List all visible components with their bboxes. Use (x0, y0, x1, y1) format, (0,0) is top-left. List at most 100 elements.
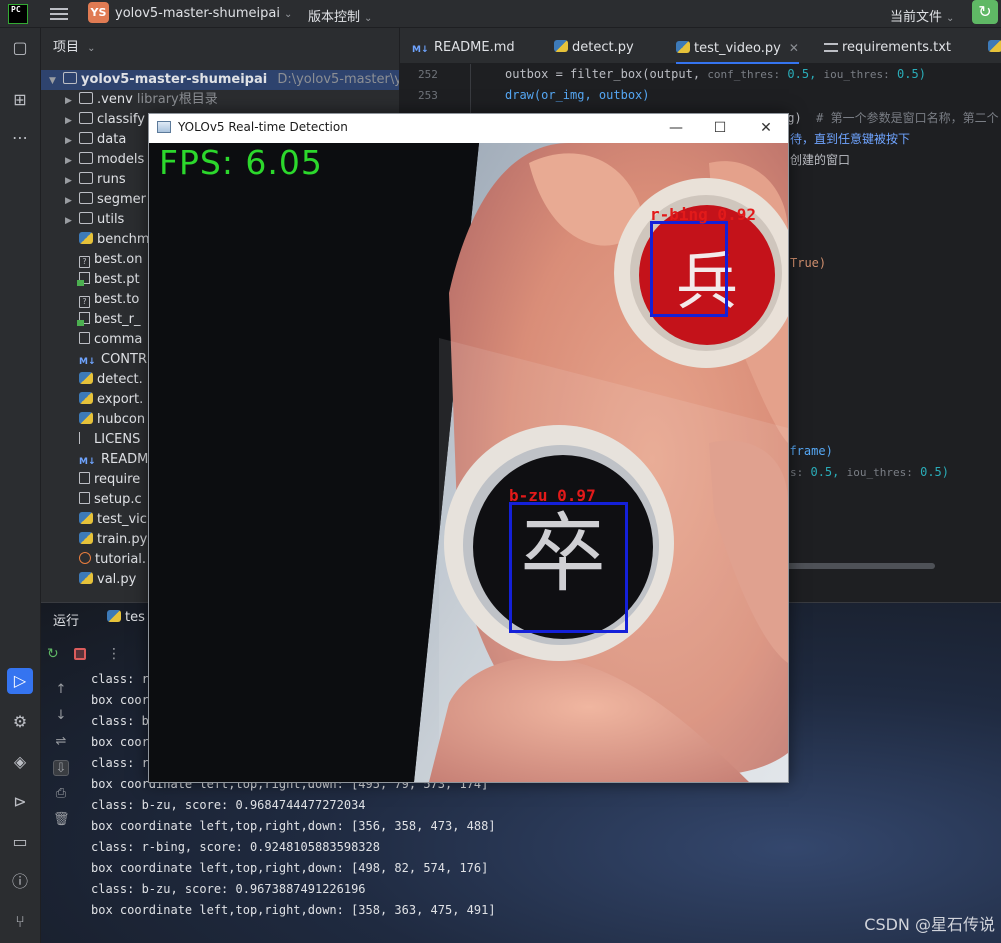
tree-folder[interactable]: ▶ .venv library根目录 (41, 90, 399, 110)
print-icon[interactable]: ⎙ (53, 786, 69, 802)
tree-item-label: best.to (94, 292, 140, 307)
tab-label: test_video.py (694, 41, 781, 56)
soft-wrap-icon[interactable]: ⇌ (53, 734, 69, 750)
code-text: outbox = filter_box(output, (505, 67, 701, 81)
tree-item-label: test_vic (97, 512, 147, 527)
close-icon[interactable]: ✕ (789, 41, 799, 55)
vcs-menu[interactable]: 版本控制 ⌄ (308, 6, 372, 25)
model-file-icon (77, 272, 90, 286)
code-line-256: 创建的窗口 (790, 151, 850, 168)
pycharm-logo-icon[interactable]: PC (8, 4, 28, 24)
python-icon (79, 532, 93, 544)
chevron-right-icon: ▶ (65, 216, 72, 226)
tab-overflow[interactable] (988, 28, 1001, 64)
detection-box-b-zu (509, 502, 628, 633)
structure-icon[interactable]: ⊞ (10, 90, 30, 110)
run-tool-icon[interactable]: ▷ (7, 668, 33, 694)
opencv-window-titlebar[interactable]: YOLOv5 Real-time Detection — ☐ ✕ (149, 114, 788, 143)
chevron-right-icon: ▶ (65, 196, 72, 206)
tree-item-label: CONTR (101, 352, 148, 367)
root-folder-path: D:\yolov5-master\yolov5 (277, 72, 399, 87)
git-icon[interactable]: ⑂ (10, 912, 30, 932)
tree-item-label: best.pt (94, 272, 140, 287)
tab-test-video[interactable]: test_video.py ✕ (676, 28, 799, 64)
project-badge[interactable]: YS (88, 2, 109, 23)
python-icon (79, 412, 93, 424)
detection-label-r-bing: r-bing 0.92 (650, 205, 756, 224)
code-line-253: draw(or_img, outbox) (505, 88, 650, 102)
tree-item-label: classify (97, 112, 145, 127)
ide-titlebar: PC YS yolov5-master-shumeipai ⌄ 版本控制 ⌄ 当前文… (0, 0, 1001, 28)
python-icon (79, 572, 93, 584)
python-icon (79, 392, 93, 404)
stop-icon[interactable] (74, 648, 86, 660)
tab-detect[interactable]: detect.py (554, 28, 634, 64)
more-vertical-icon[interactable]: ⋮ (107, 646, 121, 662)
rerun-button[interactable]: ↻ (972, 0, 998, 24)
scroll-to-end-icon[interactable]: ⇩ (53, 760, 69, 776)
code-line-254: mg) # 第一个参数是窗口名称，第二个 (780, 109, 999, 126)
code-text: draw(or_img, outbox) (505, 88, 650, 102)
fps-overlay: FPS: 6.05 (159, 143, 323, 182)
more-icon[interactable]: ⋯ (10, 128, 30, 148)
param-hint: s: (790, 466, 804, 479)
detection-box-r-bing (650, 221, 728, 317)
chevron-right-icon: ▶ (65, 96, 72, 106)
csdn-watermark: CSDN @星石传说 (864, 915, 995, 934)
close-icon[interactable]: ✕ (751, 118, 781, 138)
trash-icon[interactable]: 🗑 (53, 812, 70, 828)
chevron-right-icon: ▶ (65, 176, 72, 186)
main-menu-icon[interactable] (50, 5, 68, 23)
tree-item-label: detect. (97, 372, 143, 387)
tree-item-label: runs (97, 172, 126, 187)
tree-item-note: library根目录 (136, 92, 218, 107)
tab-readme[interactable]: M↓ README.md (412, 28, 515, 64)
scroll-down-icon[interactable]: ↓ (53, 708, 69, 724)
tree-item-label: benchm (97, 232, 150, 247)
left-tool-strip: ▢ ⊞ ⋯ ▷ ⚙ ◈ ⊳ ▭ ⓘ ⑂ (0, 28, 41, 943)
maximize-icon[interactable]: ☐ (705, 118, 735, 138)
minimize-icon[interactable]: — (661, 118, 691, 138)
terminal-icon[interactable]: ▭ (10, 832, 30, 852)
run-tab[interactable]: tes (107, 610, 145, 625)
tree-item-label: tutorial. (95, 552, 147, 567)
param-value: 0.5) (920, 465, 949, 479)
tree-item-label: comma (94, 332, 143, 347)
project-panel-title: 项目 (53, 40, 80, 55)
run-config-selector[interactable]: 当前文件 ⌄ (890, 6, 954, 25)
problems-icon[interactable]: ⓘ (10, 872, 30, 892)
opencv-window-title: YOLOv5 Real-time Detection (178, 120, 348, 134)
tree-root[interactable]: ▼ yolov5-master-shumeipai D:\yolov5-maste… (41, 70, 399, 90)
markdown-icon: M↓ (412, 45, 429, 55)
folder-icon (79, 112, 93, 124)
layers-icon[interactable]: ◈ (10, 752, 30, 772)
project-panel-header[interactable]: 项目 ⌄ (41, 28, 399, 66)
chevron-down-icon: ⌄ (364, 13, 373, 24)
python-icon (554, 40, 568, 52)
tree-item-label: require (94, 472, 141, 487)
param-hint: conf_thres: (707, 68, 781, 81)
chevron-right-icon: ▶ (65, 136, 72, 146)
tree-item-label: best.on (94, 252, 143, 267)
chevron-down-icon: ⌄ (283, 9, 293, 20)
param-value: 0.5, (810, 465, 840, 479)
root-folder-name: yolov5-master-shumeipai (81, 72, 268, 87)
python-console-icon[interactable]: ⚙ (10, 712, 30, 732)
tab-requirements[interactable]: requirements.txt (824, 28, 951, 64)
tree-item-label: export. (97, 392, 144, 407)
services-icon[interactable]: ⊳ (10, 792, 30, 812)
project-folder-icon[interactable]: ▢ (10, 38, 30, 58)
code-line-261: True) (790, 256, 826, 270)
chevron-right-icon: ▶ (65, 156, 72, 166)
line-number: 252 (418, 68, 438, 81)
tree-item-label: READM (101, 452, 149, 467)
opencv-window[interactable]: YOLOv5 Real-time Detection — ☐ ✕ 兵 卒 FPS… (148, 113, 789, 783)
scroll-up-icon[interactable]: ↑ (53, 682, 69, 698)
project-switcher[interactable]: yolov5-master-shumeipai ⌄ (115, 6, 292, 21)
video-frame: 兵 卒 FPS: 6.05 r-bing 0.92 b-zu 0.97 (149, 143, 788, 782)
rerun-icon[interactable]: ↻ (47, 646, 59, 662)
tree-item-label: LICENS (94, 432, 141, 447)
code-comment: 待，直到任意键被按下 (790, 132, 911, 146)
folder-icon (79, 192, 93, 204)
console-line: class: b-zu, score: 0.9673887491226196 (91, 882, 366, 896)
